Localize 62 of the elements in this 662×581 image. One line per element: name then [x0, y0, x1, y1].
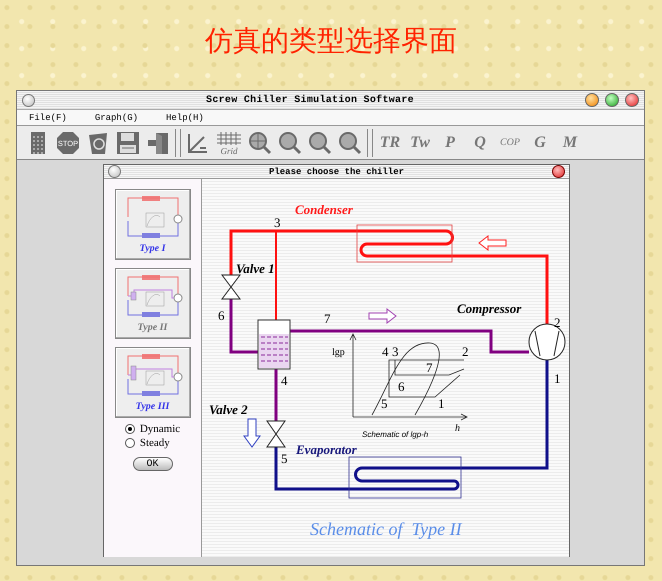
chart-point-number: 7	[426, 360, 432, 375]
toolbar-button[interactable]: Q	[466, 128, 494, 156]
component-label: Condenser	[295, 202, 353, 217]
menu-item[interactable]: Graph(G)	[94, 112, 138, 122]
close-button[interactable]	[625, 93, 639, 107]
menu-item[interactable]: Help(H)	[166, 112, 204, 122]
dialog-title: Please choose the chiller	[268, 166, 406, 176]
chart-point-number: 3	[392, 344, 398, 359]
door-exit-icon	[146, 130, 170, 154]
valve-drawing	[266, 420, 286, 448]
receiver-tank-drawing	[258, 320, 290, 370]
radio-label: Dynamic	[140, 423, 180, 435]
state-point-number: 1	[554, 371, 560, 386]
chart-point-number: 4	[382, 344, 388, 359]
window-title: Screw Chiller Simulation Software	[205, 94, 415, 106]
dialog-collapse-button[interactable]	[108, 165, 121, 178]
type-thumbnail[interactable]: Type III	[114, 347, 190, 418]
crosshair-magnifier-icon	[248, 130, 272, 154]
valve-drawing	[221, 274, 241, 300]
chart-point-number: 6	[398, 379, 404, 394]
flow-arrow	[243, 418, 261, 448]
page-heading: 仿真的类型选择界面	[204, 23, 458, 59]
magnifier-icon	[278, 130, 302, 154]
chart-caption: Schematic of lgp-h	[362, 430, 428, 439]
toolbar-button[interactable]: M	[556, 128, 584, 156]
component-label: Valve 2	[209, 402, 248, 417]
state-point-number: 3	[274, 215, 280, 230]
radio-label: Steady	[140, 437, 170, 449]
state-point-number: 5	[281, 451, 288, 466]
recycle-bin-icon	[86, 130, 110, 154]
axis-label: h	[455, 423, 460, 434]
dialog-close-button[interactable]	[552, 165, 565, 178]
radio-button[interactable]	[124, 438, 135, 448]
toolbar-button[interactable]: P	[436, 128, 464, 156]
toolbar-button[interactable]: G	[526, 128, 554, 156]
type-thumbnail[interactable]: Type II	[114, 268, 190, 339]
flow-arrow	[368, 308, 397, 324]
state-point-number: 7	[324, 311, 330, 326]
axis-label: lgp	[332, 347, 345, 358]
component-label: Evaporator	[296, 442, 357, 457]
toolbar-button[interactable]: TR	[376, 128, 404, 156]
state-point-number: 2	[554, 315, 560, 330]
maximize-button[interactable]	[605, 93, 619, 107]
menu-item[interactable]: File(F)	[29, 112, 67, 122]
component-label: Valve 1	[236, 261, 275, 276]
type-thumbnail[interactable]: Type I	[114, 189, 190, 260]
magnifier-icon	[338, 130, 362, 154]
component-label: Compressor	[457, 301, 522, 316]
magnifier-icon	[308, 130, 332, 154]
radio-button[interactable]	[124, 424, 135, 434]
state-point-number: 6	[218, 308, 224, 323]
chart-point-number: 2	[462, 344, 468, 359]
toolbar-button[interactable]: COP	[496, 128, 524, 156]
flow-arrow	[478, 234, 506, 252]
chart-point-number: 5	[381, 396, 388, 411]
state-point-number: 4	[281, 373, 288, 388]
schematic-caption: Schematic of Type II	[310, 519, 462, 539]
chart-point-number: 1	[438, 396, 444, 411]
minimize-button[interactable]	[585, 93, 599, 107]
toolbar-button[interactable]: Tw	[406, 128, 434, 156]
window-collapse-button[interactable]	[22, 94, 35, 106]
ok-button[interactable]: OK	[132, 457, 172, 471]
